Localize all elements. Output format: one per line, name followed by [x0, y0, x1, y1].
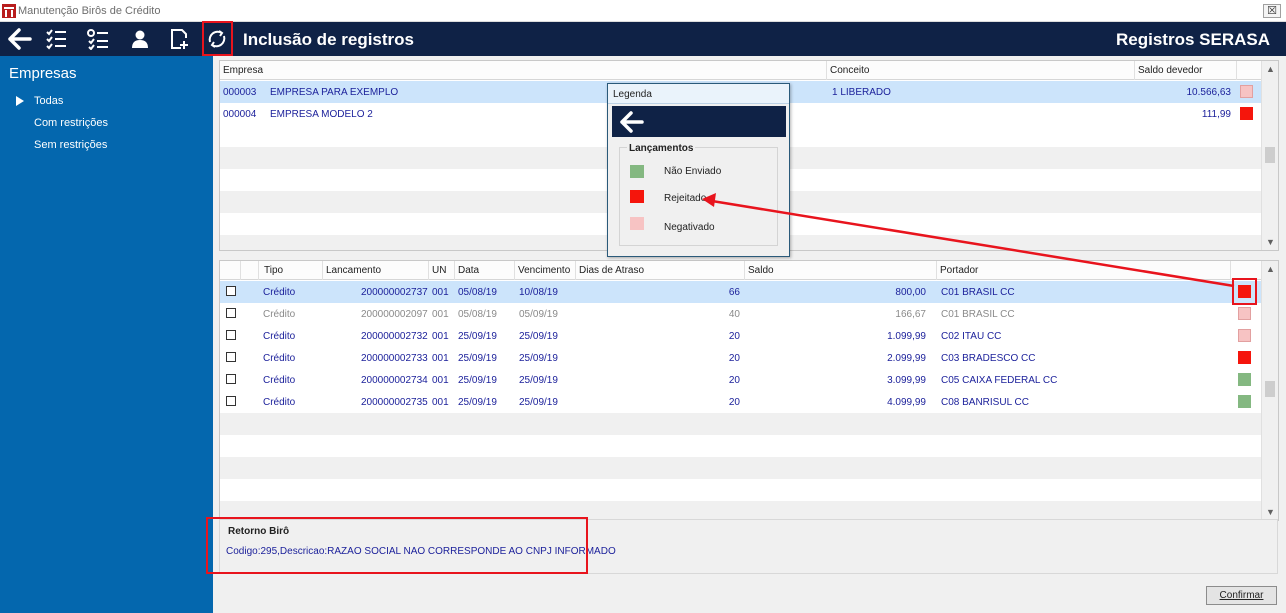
annotation-arrow	[702, 193, 1235, 288]
